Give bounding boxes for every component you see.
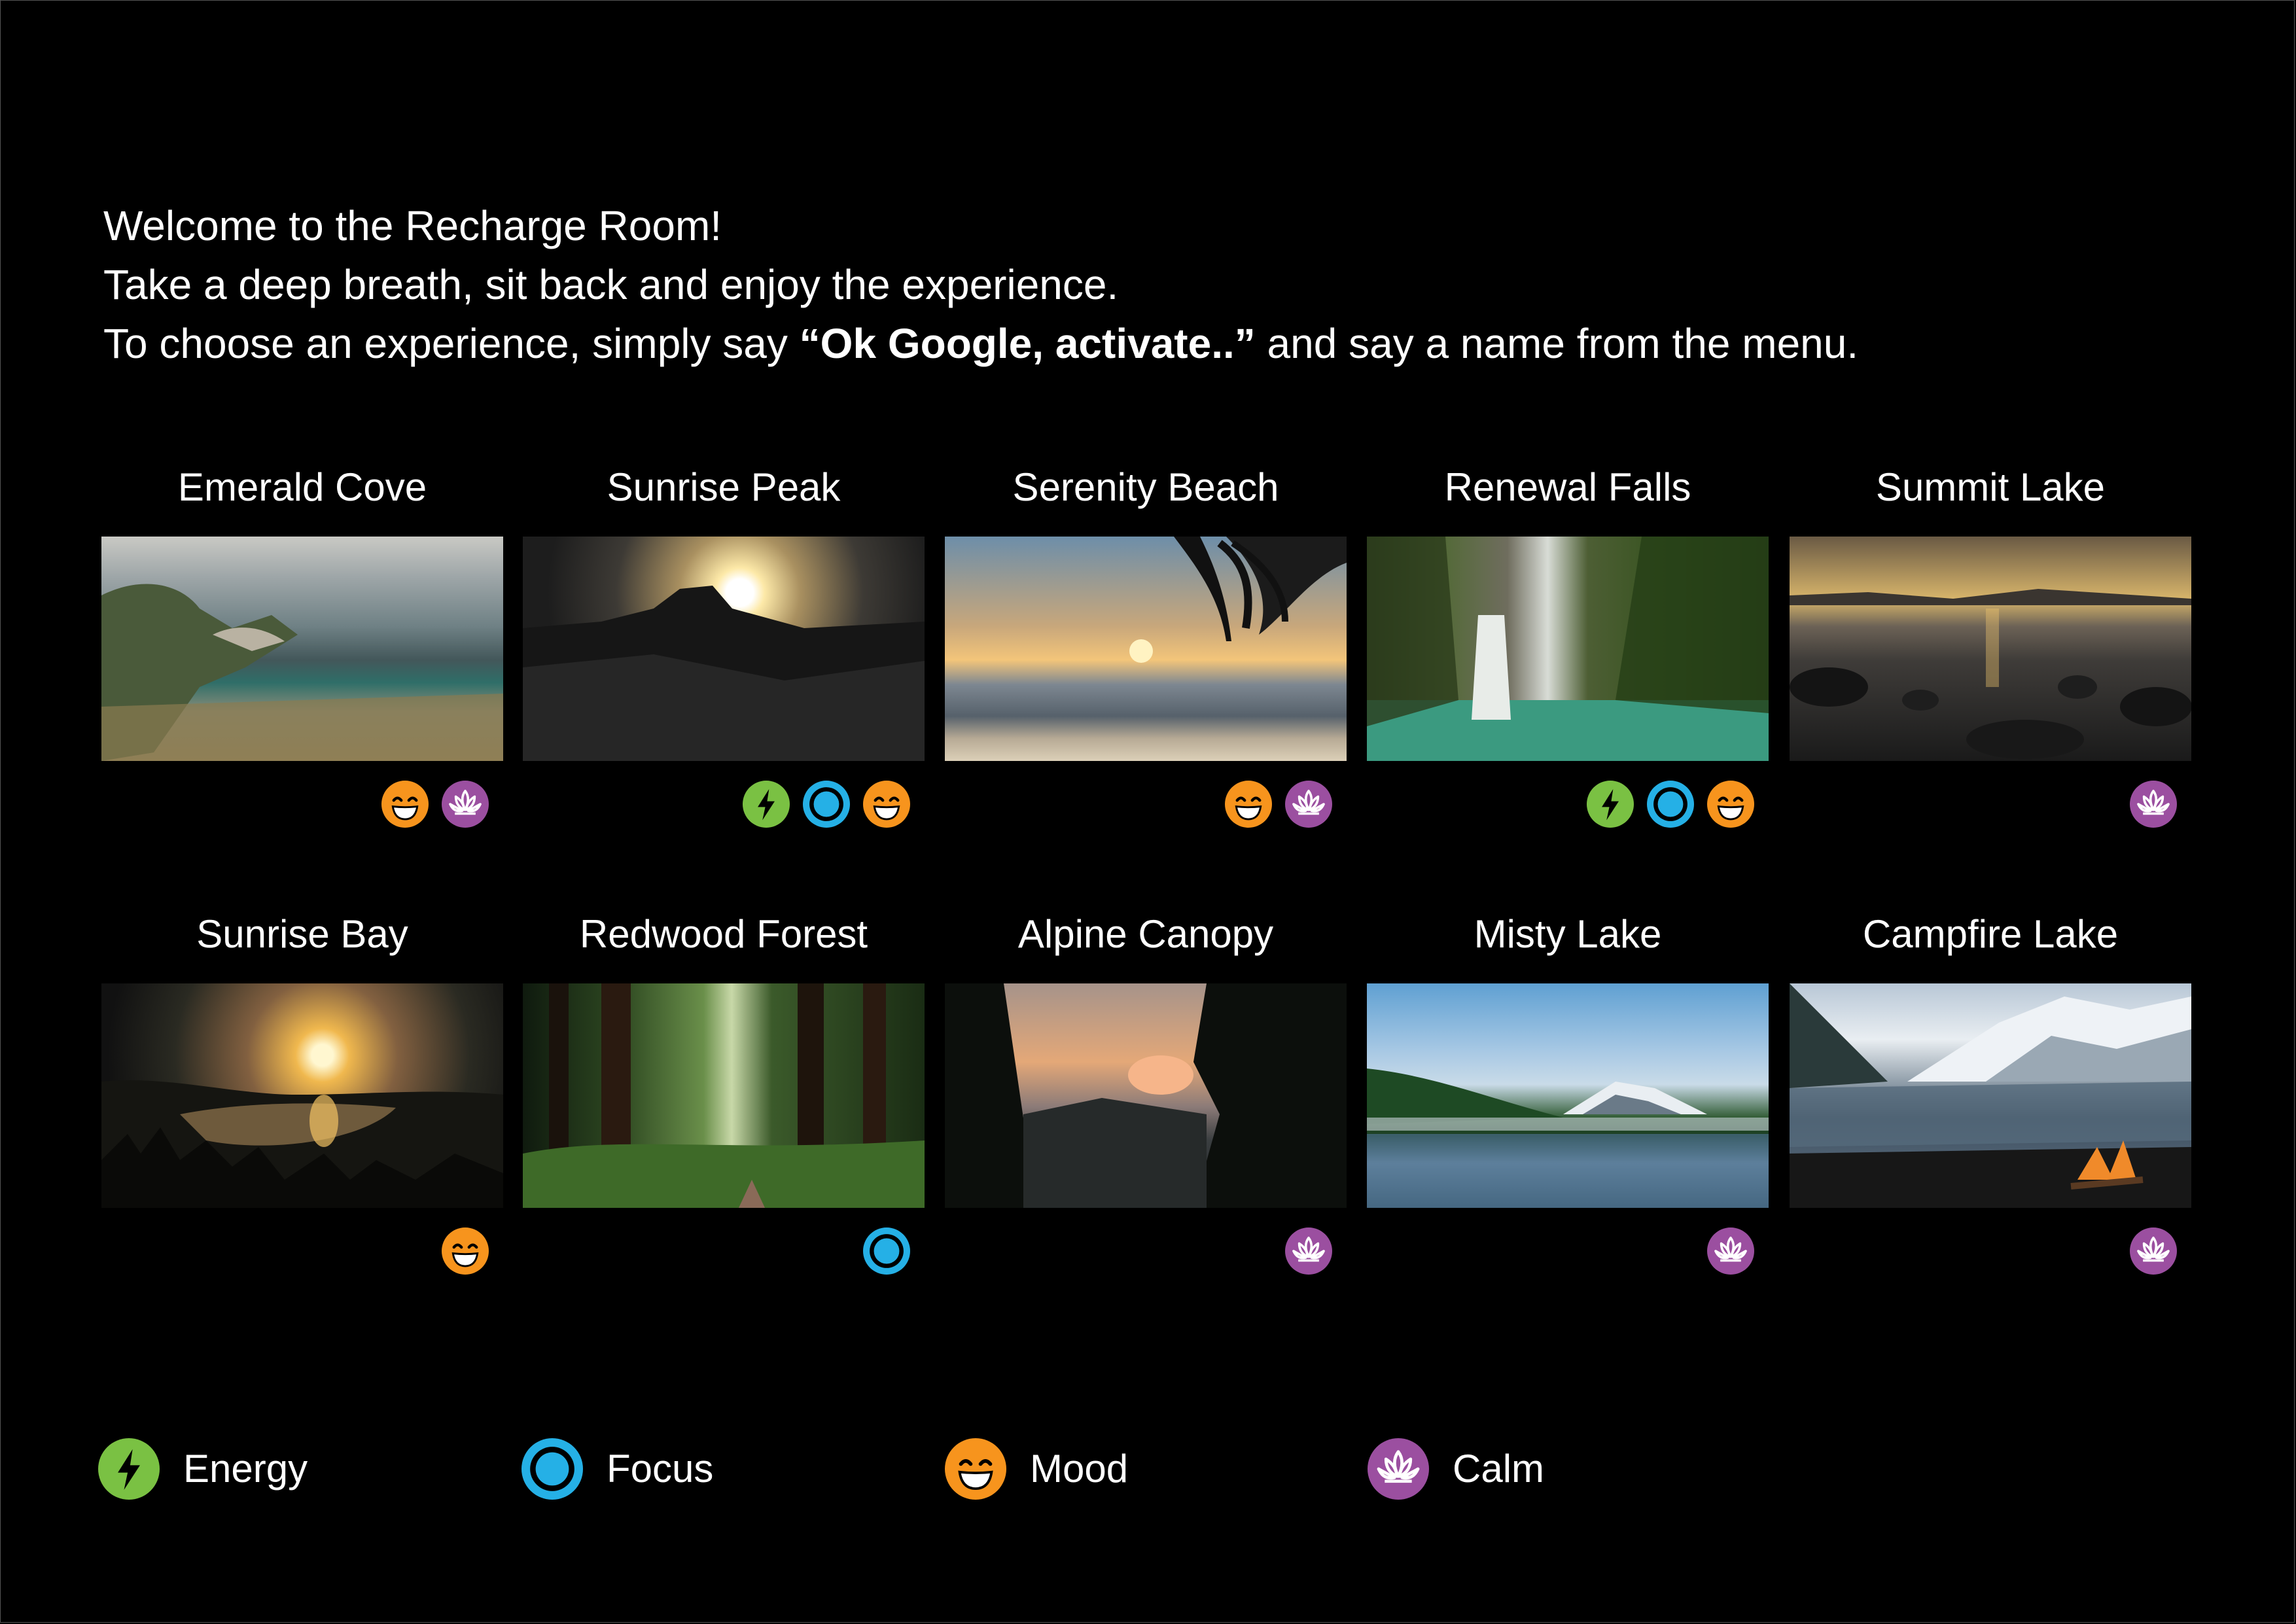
lotus-flower-icon (2130, 1227, 2177, 1275)
experience-thumbnail[interactable] (945, 983, 1347, 1208)
voice-command-phrase: “Ok Google, activate..” (799, 320, 1256, 367)
experience-tile-misty-lake[interactable]: Misty Lake (1367, 911, 1769, 1275)
experience-thumbnail[interactable] (1367, 983, 1769, 1208)
tag-badges (1225, 781, 1332, 828)
experience-thumbnail[interactable] (523, 537, 925, 761)
experience-tile-sunrise-bay[interactable]: Sunrise Bay (101, 911, 503, 1275)
experience-tile-alpine-canopy[interactable]: Alpine Canopy (945, 911, 1347, 1275)
legend-label: Calm (1453, 1447, 1545, 1491)
tag-badges (863, 1227, 910, 1275)
intro-welcome: Welcome to the Recharge Room! (103, 202, 722, 249)
experience-title: Misty Lake (1474, 912, 1662, 956)
intro-instruction: Take a deep breath, sit back and enjoy t… (103, 261, 1119, 308)
experience-thumbnail[interactable] (101, 537, 503, 761)
legend-label: Energy (183, 1447, 308, 1491)
target-ring-icon (803, 781, 850, 828)
experience-thumbnail[interactable] (523, 983, 925, 1208)
experience-title: Campfire Lake (1862, 912, 2119, 956)
experience-title: Redwood Forest (579, 912, 868, 956)
target-ring-icon (1647, 781, 1694, 828)
smiley-face-icon (945, 1438, 1006, 1500)
smiley-face-icon (1225, 781, 1272, 828)
legend-label: Focus (607, 1447, 714, 1491)
tag-badges (381, 781, 489, 828)
lotus-flower-icon (1285, 1227, 1332, 1275)
legend-energy: Energy (98, 1438, 308, 1500)
lotus-flower-icon (442, 781, 489, 828)
experience-title: Renewal Falls (1444, 465, 1691, 509)
experience-title: Summit Lake (1875, 465, 2106, 509)
experience-tile-redwood-forest[interactable]: Redwood Forest (523, 911, 925, 1275)
experience-thumbnail[interactable] (1367, 537, 1769, 761)
tag-badges (1587, 781, 1754, 828)
lightning-bolt-icon (743, 781, 790, 828)
tag-badges (2130, 1227, 2177, 1275)
lotus-flower-icon (1285, 781, 1332, 828)
tag-badges (743, 781, 910, 828)
intro-voice-prefix: To choose an experience, simply say (103, 320, 800, 367)
experience-thumbnail[interactable] (1790, 983, 2191, 1208)
experience-tile-summit-lake[interactable]: Summit Lake (1790, 465, 2191, 828)
legend-focus: Focus (521, 1438, 713, 1500)
smiley-face-icon (381, 781, 429, 828)
lotus-flower-icon (1707, 1227, 1754, 1275)
experience-thumbnail[interactable] (1790, 537, 2191, 761)
experience-tile-renewal-falls[interactable]: Renewal Falls (1367, 465, 1769, 828)
legend-mood: Mood (945, 1438, 1128, 1500)
experience-thumbnail[interactable] (945, 537, 1347, 761)
experience-title: Serenity Beach (1012, 465, 1279, 509)
lotus-flower-icon (2130, 781, 2177, 828)
experience-title: Emerald Cove (177, 465, 427, 509)
experience-title: Alpine Canopy (1017, 912, 1274, 956)
smiley-face-icon (442, 1227, 489, 1275)
experience-thumbnail[interactable] (101, 983, 503, 1208)
target-ring-icon (521, 1438, 583, 1500)
smiley-face-icon (1707, 781, 1754, 828)
legend-calm: Calm (1368, 1438, 1544, 1500)
tag-badges (1707, 1227, 1754, 1275)
lotus-flower-icon (1368, 1438, 1429, 1500)
intro-voice-command: To choose an experience, simply say “Ok … (103, 314, 1858, 373)
legend-label: Mood (1030, 1447, 1129, 1491)
intro-text: Welcome to the Recharge Room! Take a dee… (103, 196, 1858, 373)
target-ring-icon (863, 1227, 910, 1275)
experience-tile-campfire-lake[interactable]: Campfire Lake (1790, 911, 2191, 1275)
lightning-bolt-icon (98, 1438, 160, 1500)
category-legend: Energy Focus Mood Calm (0, 1438, 2296, 1504)
lightning-bolt-icon (1587, 781, 1634, 828)
tag-badges (2130, 781, 2177, 828)
intro-voice-suffix: and say a name from the menu. (1255, 320, 1859, 367)
tag-badges (1285, 1227, 1332, 1275)
experience-title: Sunrise Bay (196, 912, 408, 956)
experience-title: Sunrise Peak (607, 465, 841, 509)
smiley-face-icon (863, 781, 910, 828)
experience-tile-serenity-beach[interactable]: Serenity Beach (945, 465, 1347, 828)
tag-badges (442, 1227, 489, 1275)
experience-tile-emerald-cove[interactable]: Emerald Cove (101, 465, 503, 828)
experience-tile-sunrise-peak[interactable]: Sunrise Peak (523, 465, 925, 828)
